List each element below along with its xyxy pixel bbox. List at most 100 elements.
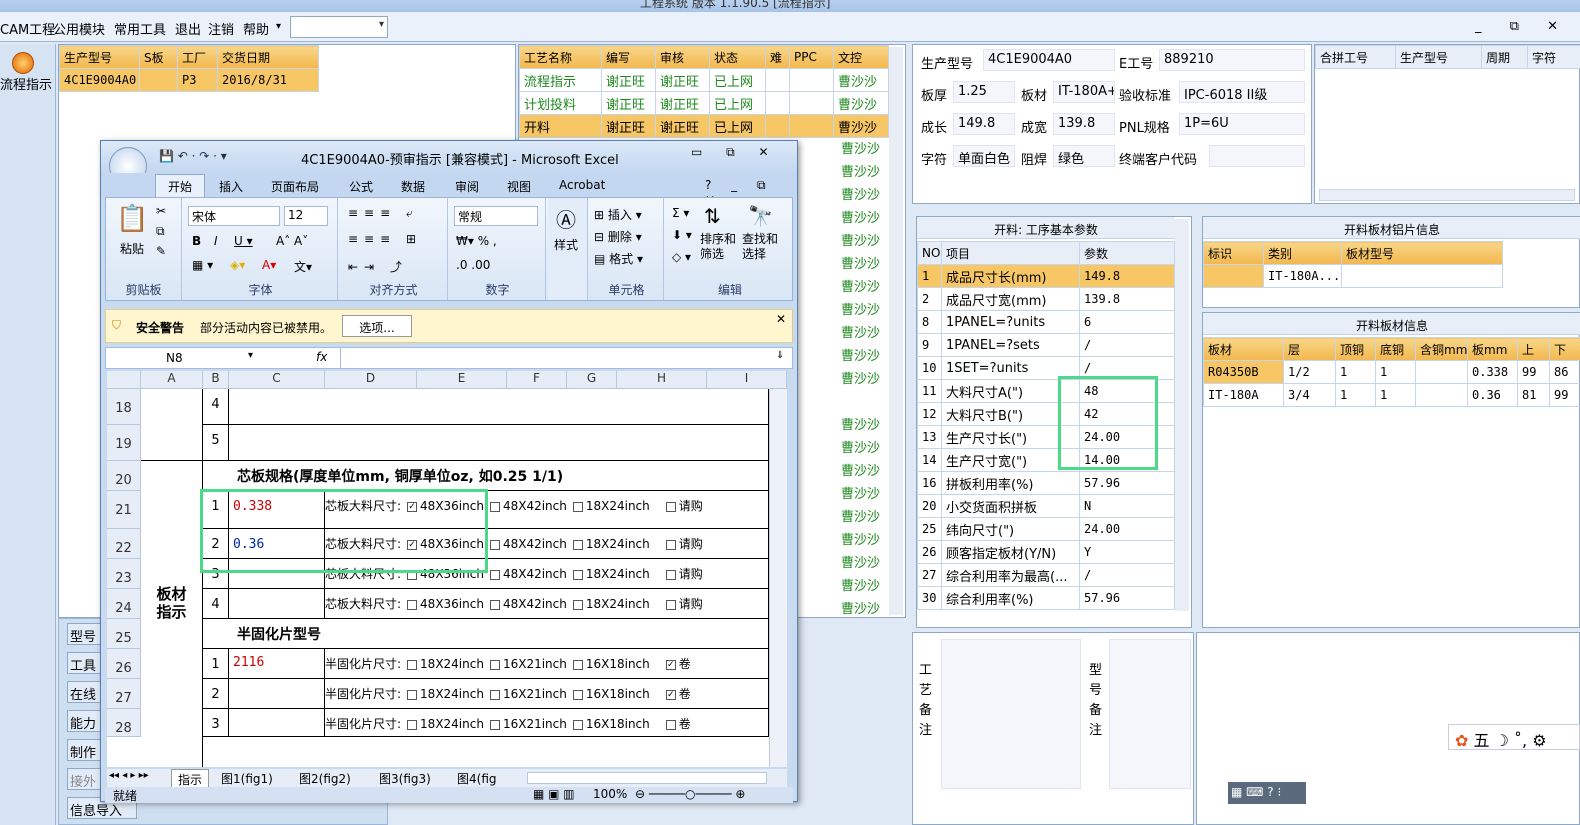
checkbox[interactable] bbox=[572, 719, 583, 730]
checkbox[interactable] bbox=[489, 501, 500, 512]
pp-size-row[interactable]: 半固化片尺寸: 18X24inch 16X21inch 16X18inch ✓ 卷 bbox=[325, 649, 769, 679]
col-date[interactable]: 交货日期 bbox=[217, 45, 319, 69]
menu-more-icon[interactable]: ▾ bbox=[276, 21, 281, 32]
menu-public[interactable]: 公用模块 bbox=[53, 19, 105, 38]
excel-window-controls-icon[interactable]: ▭ ⧉ ✕ bbox=[691, 145, 779, 160]
process-scrollbar[interactable] bbox=[889, 47, 903, 615]
table-row[interactable]: IT-180A... bbox=[1203, 264, 1503, 288]
table-row[interactable]: R04350B 1/2 1 1 0.338 99 86 bbox=[1203, 360, 1580, 384]
style-icon[interactable]: Ⓐ bbox=[556, 204, 576, 233]
currency-icon[interactable]: ₩▾ % , bbox=[456, 234, 497, 248]
sheet-nav-icon[interactable]: ◂◂ ◂ ▸ ▸▸ bbox=[109, 770, 149, 781]
row-header[interactable]: 23 bbox=[107, 559, 141, 589]
checkbox[interactable] bbox=[572, 599, 583, 610]
checkbox[interactable] bbox=[407, 599, 418, 610]
menu-help[interactable]: 帮助 bbox=[243, 19, 269, 38]
tab-acrobat[interactable]: Acrobat bbox=[559, 178, 605, 192]
flow-icon[interactable] bbox=[12, 52, 34, 74]
find-select-button[interactable]: 查找和 选择 bbox=[742, 232, 778, 262]
copy-icon[interactable]: ⧉ bbox=[156, 224, 165, 239]
model-note-field[interactable] bbox=[1109, 639, 1191, 789]
sort-filter-icon[interactable]: ⇅ bbox=[704, 204, 721, 228]
menu-cam[interactable]: CAM工程 bbox=[0, 19, 55, 38]
checkbox[interactable] bbox=[489, 719, 500, 730]
row-header[interactable]: 27 bbox=[107, 679, 141, 709]
sheet-tab[interactable]: 图2(fig2) bbox=[299, 770, 351, 787]
table-row[interactable]: 2 成品尺寸宽(mm) 139.8 bbox=[917, 287, 1175, 311]
tab-layout[interactable]: 页面布局 bbox=[271, 178, 319, 195]
italic-icon[interactable]: I bbox=[214, 234, 218, 248]
top-combo[interactable] bbox=[290, 16, 388, 38]
tab-insert[interactable]: 插入 bbox=[219, 178, 243, 195]
window-controls-icon[interactable]: _ ⧉ ✕ bbox=[1475, 19, 1570, 34]
table-row[interactable]: 20 小交货面积拼板 N bbox=[917, 494, 1175, 518]
sheet-tab[interactable]: 图1(fig1) bbox=[221, 770, 273, 787]
core-size-row[interactable]: 芯板大料尺寸: 48X36inch 48X42inch 18X24inch 请购 bbox=[325, 589, 769, 619]
phonetic-icon[interactable]: 文▾ bbox=[294, 258, 312, 275]
zoom-slider[interactable]: ⊖ ─────○───── ⊕ bbox=[635, 787, 745, 801]
table-row[interactable]: 27 综合利用率为最高(... / bbox=[917, 563, 1175, 587]
row-header[interactable]: 18 bbox=[107, 389, 141, 425]
row-header[interactable]: 22 bbox=[107, 529, 141, 559]
font-select[interactable]: 宋体 bbox=[188, 206, 280, 226]
col-model[interactable]: 生产型号 bbox=[59, 45, 140, 69]
view-buttons-icon[interactable]: ▦ ▣ ▥ bbox=[533, 787, 575, 801]
table-row[interactable]: 计划投料 谢正旺 谢正旺 已上网 曹沙沙 bbox=[519, 91, 889, 115]
pp-size-row[interactable]: 半固化片尺寸: 18X24inch 16X21inch 16X18inch ✓ 卷 bbox=[325, 679, 769, 709]
close-security-icon[interactable]: ✕ bbox=[776, 312, 786, 326]
border-icon[interactable]: ▦ ▾ bbox=[192, 258, 213, 272]
insert-cells-button[interactable]: ⊞ 插入 ▾ bbox=[594, 206, 642, 223]
checkbox[interactable] bbox=[489, 569, 500, 580]
clear-icon[interactable]: ◇ ▾ bbox=[672, 250, 691, 264]
halign-icon[interactable]: ≡≡≡ ⊞ bbox=[348, 232, 422, 246]
fill-color-icon[interactable]: ◈▾ bbox=[230, 258, 245, 272]
sort-filter-button[interactable]: 排序和 筛选 bbox=[700, 232, 736, 262]
options-button[interactable]: 选项... bbox=[342, 315, 412, 337]
delete-cells-button[interactable]: ⊟ 删除 ▾ bbox=[594, 228, 642, 245]
row-header[interactable]: 25 bbox=[107, 619, 141, 649]
checkbox[interactable]: ✓ bbox=[665, 689, 676, 700]
checkbox[interactable] bbox=[572, 501, 583, 512]
row-header[interactable]: 19 bbox=[107, 425, 141, 461]
menu-logout[interactable]: 注销 bbox=[208, 19, 234, 38]
find-icon[interactable]: 🔭 bbox=[748, 204, 773, 228]
tab-home[interactable]: 开始 bbox=[155, 174, 206, 197]
col-factory[interactable]: 工厂 bbox=[177, 45, 218, 69]
checkbox[interactable] bbox=[665, 599, 676, 610]
checkbox[interactable] bbox=[665, 569, 676, 580]
table-row[interactable]: 26 顾客指定板材(Y/N) Y bbox=[917, 540, 1175, 564]
bold-icon[interactable]: B bbox=[192, 234, 201, 248]
col-s[interactable]: S板 bbox=[139, 45, 178, 69]
checkbox[interactable] bbox=[665, 719, 676, 730]
merge-scrollbar[interactable] bbox=[1319, 189, 1575, 201]
menu-tools[interactable]: 常用工具 bbox=[114, 19, 166, 38]
row-header[interactable]: 26 bbox=[107, 649, 141, 679]
cut-icon[interactable]: ✂ bbox=[156, 204, 166, 218]
underline-icon[interactable]: U ▾ bbox=[234, 234, 253, 248]
vertical-scrollbar[interactable] bbox=[769, 389, 787, 767]
font-color-icon[interactable]: A▾ bbox=[262, 258, 276, 272]
decimal-icon[interactable]: .0 .00 bbox=[456, 258, 490, 272]
checkbox[interactable] bbox=[489, 599, 500, 610]
fx-icon[interactable]: fx bbox=[316, 350, 327, 364]
grow-font-icon[interactable]: A˄ A˅ bbox=[276, 234, 308, 248]
checkbox[interactable] bbox=[665, 539, 676, 550]
process-note-field[interactable] bbox=[941, 639, 1081, 789]
checkbox[interactable]: ✓ bbox=[665, 659, 676, 670]
valign-icon[interactable]: ≡≡≡ ⤶ bbox=[348, 206, 419, 221]
quick-access-icon[interactable]: 💾 ↶ · ↷ · ▾ bbox=[159, 149, 227, 163]
row-header[interactable]: 20 bbox=[107, 461, 141, 491]
row-header[interactable]: 24 bbox=[107, 589, 141, 619]
table-row[interactable]: 流程指示 谢正旺 谢正旺 已上网 曹沙沙 bbox=[519, 68, 889, 92]
checkbox[interactable] bbox=[572, 659, 583, 670]
namebox[interactable]: N8 bbox=[166, 351, 183, 365]
numfmt-select[interactable]: 常规 bbox=[454, 206, 538, 226]
table-row[interactable]: 9 1PANEL=?sets / bbox=[917, 333, 1175, 357]
select-all[interactable] bbox=[107, 371, 141, 389]
sheet-tab[interactable]: 图3(fig3) bbox=[379, 770, 431, 787]
paste-icon[interactable]: 📋 bbox=[116, 204, 148, 234]
table-row[interactable]: 25 纬向尺寸(") 24.00 bbox=[917, 517, 1175, 541]
table-row[interactable]: 8 1PANEL=?units 6 bbox=[917, 310, 1175, 334]
table-row[interactable]: 30 综合利用率(%) 57.96 bbox=[917, 586, 1175, 610]
checkbox[interactable] bbox=[407, 659, 418, 670]
